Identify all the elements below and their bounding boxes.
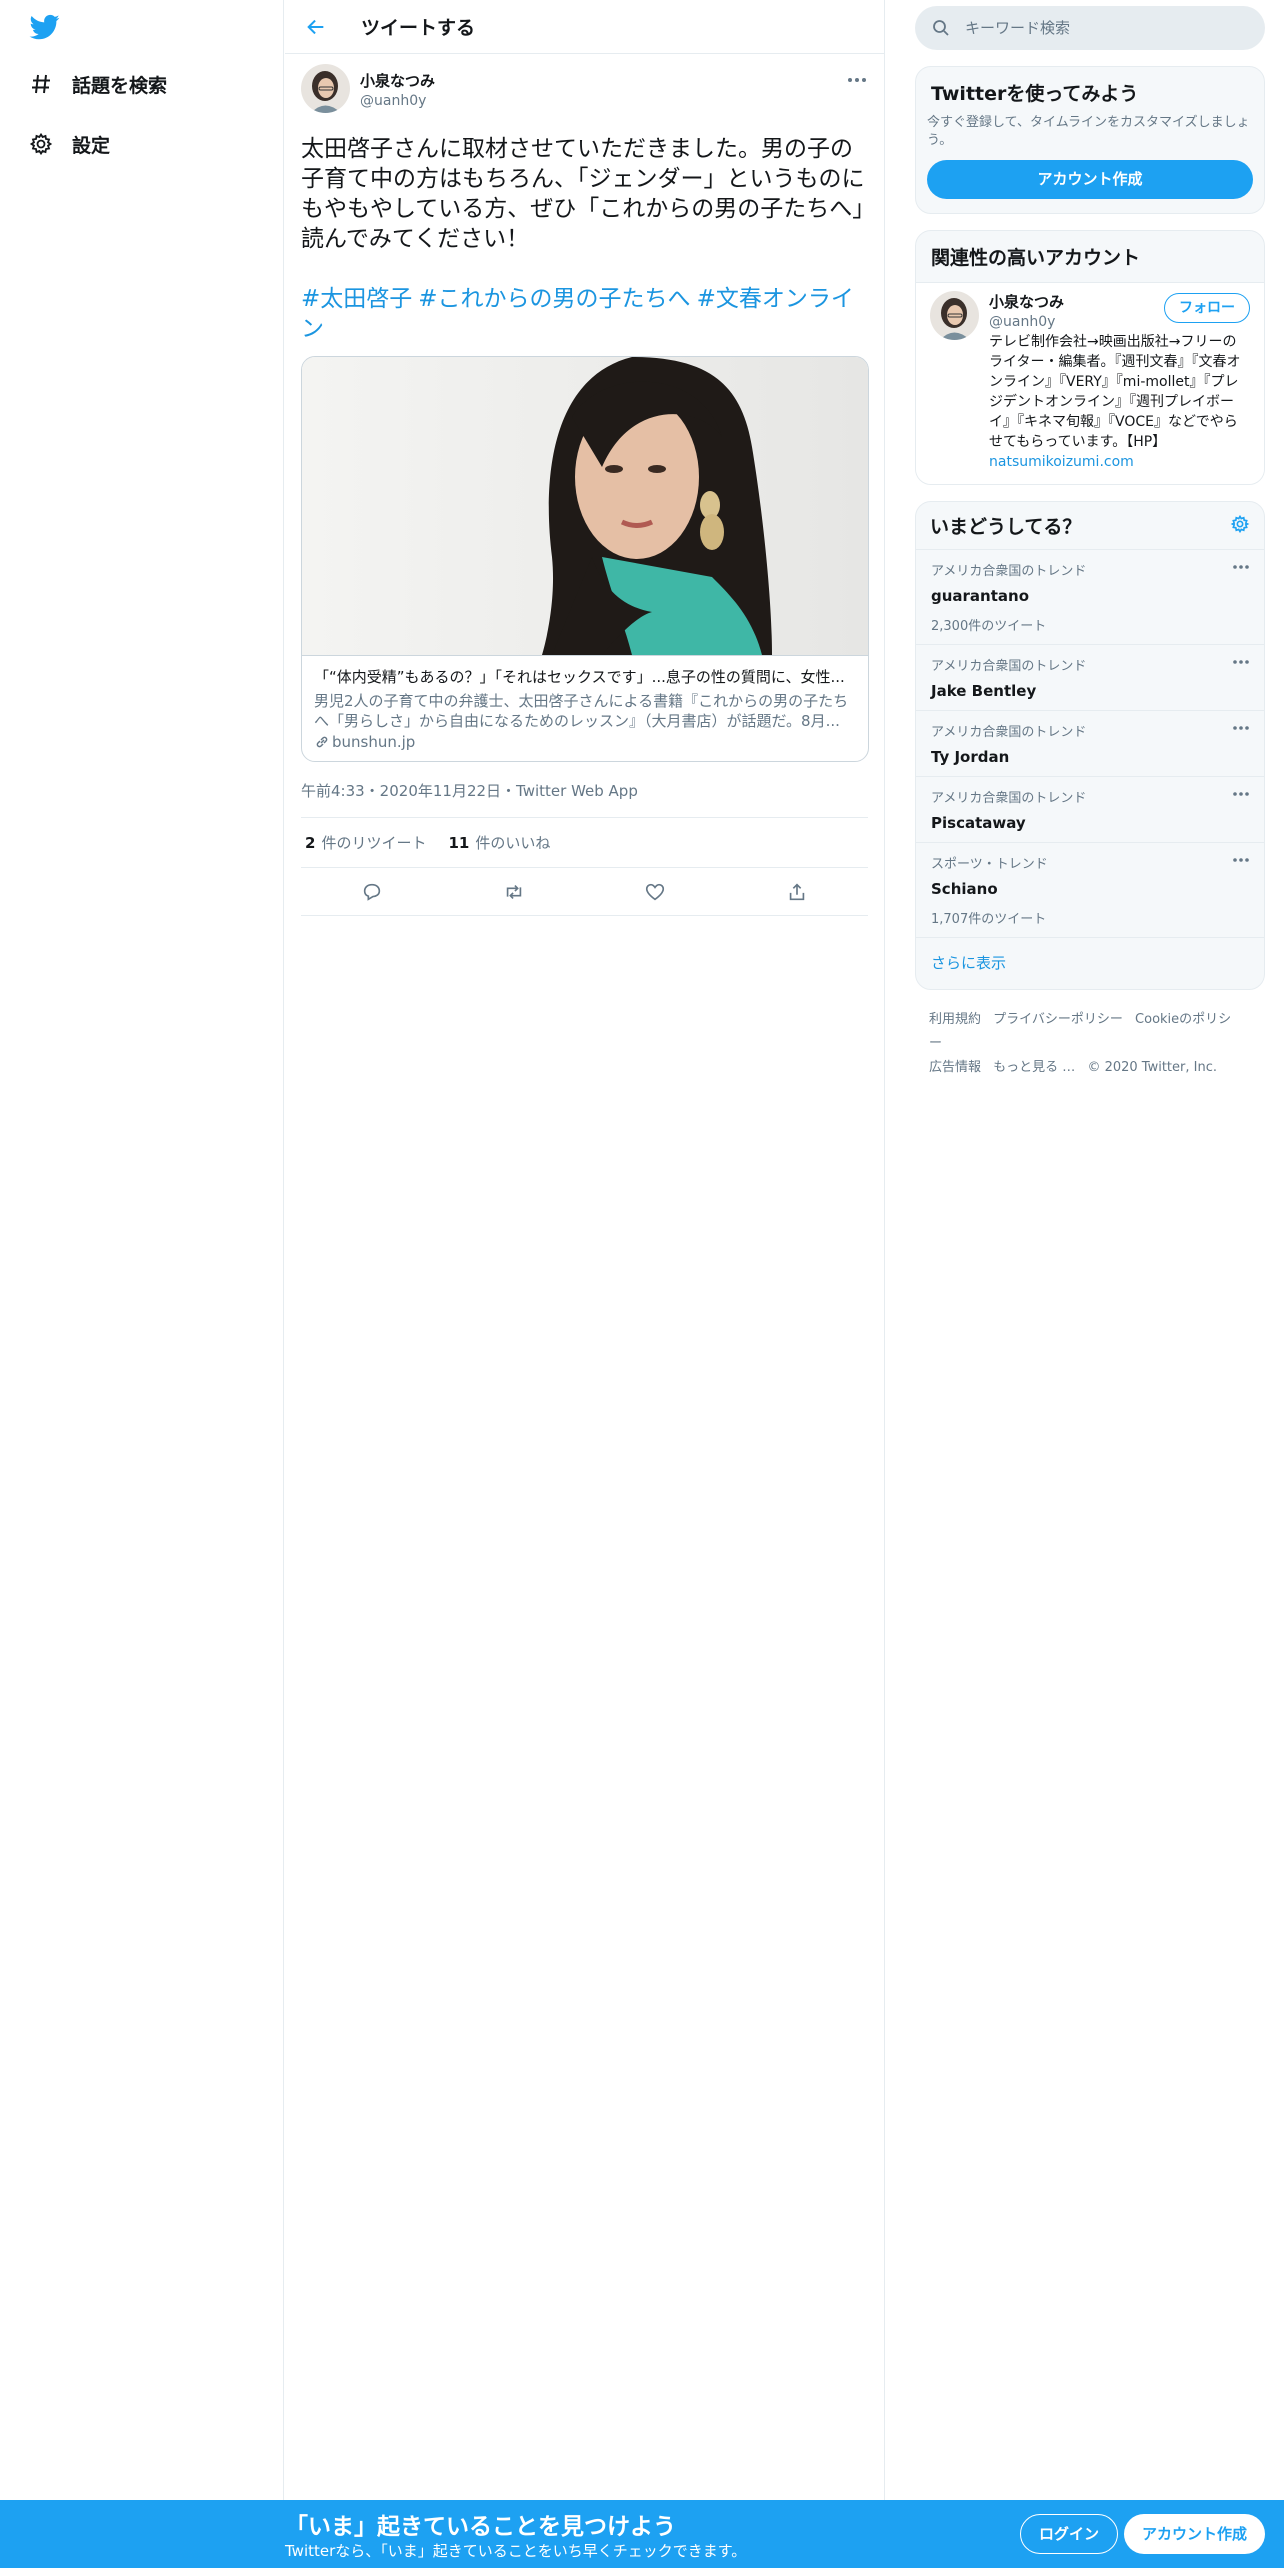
nav-item-label: 話題を検索 [72,74,168,97]
related-account-bio: テレビ制作会社→映画出版社→フリーのライター・編集者。『週刊文春』『文春オンライ… [989,334,1241,470]
more-options-icon[interactable] [1232,723,1250,733]
trend-item[interactable]: アメリカ合衆国のトレンド Ty Jordan [916,711,1264,777]
trend-context: アメリカ合衆国のトレンド [931,659,1087,674]
trend-name: Jake Bentley [931,682,1037,700]
related-account[interactable]: 小泉なつみ @uanh0y テレビ制作会社→映画出版社→フリーのライター・編集者… [916,283,1264,484]
trend-context: スポーツ・トレンド [931,857,1048,872]
main-column: ツイートする 小泉なつみ @uanh0y 太田啓子さんに取材させていただきました… [285,0,885,2500]
gear-icon [26,129,56,159]
avatar[interactable] [301,64,350,113]
hashtag-icon [26,69,56,99]
bio-link[interactable]: natsumikoizumi.com [989,454,1134,470]
card-domain: bunshun.jp [314,733,856,751]
more-options-icon[interactable] [1232,562,1250,572]
trend-count: 1,707件のツイート [931,912,1047,927]
author-handle[interactable]: @uanh0y [360,93,435,109]
footer-link[interactable]: プライバシーポリシー [993,1012,1123,1027]
retweet-count[interactable]: 2 件のリツイート [305,832,426,853]
trends-header: いまどうしてる？ [916,502,1264,550]
hashtag-link[interactable]: #太田啓子 [301,286,412,312]
trend-item[interactable]: アメリカ合衆国のトレンド guarantano 2,300件のツイート [916,550,1264,645]
reply-icon[interactable] [361,881,383,903]
nav-item-label: 設定 [72,134,111,157]
tweet: 小泉なつみ @uanh0y 太田啓子さんに取材させていただきました。男の子の子育… [285,54,884,916]
bottom-bar-title: 「いま」起きていることを見つけよう [285,2514,676,2540]
card-description: 男児2人の子育て中の弁護士、太田啓子さんによる書籍『これからの男の子たちへ「男ら… [314,692,849,730]
trend-name: Ty Jordan [931,748,1010,766]
tweet-actions [301,868,868,916]
settings-gear-icon[interactable] [1230,514,1250,538]
footer-link[interactable]: 利用規約 [929,1012,981,1027]
copyright: © 2020 Twitter, Inc. [1087,1060,1217,1075]
tweet-hashtags: #太田啓子 #これからの男の子たちへ #文春オンライン [301,284,869,344]
footer-links: 利用規約 プライバシーポリシー Cookieのポリシー 広告情報 もっと見る …… [915,990,1265,1080]
page-title: ツイートする [361,17,476,39]
footer-link[interactable]: 広告情報 [929,1060,981,1075]
related-accounts-panel: 関連性の高いアカウント 小泉なつみ @uanh0y テレビ制作会社→映画出版社→… [915,230,1265,485]
twitter-logo-icon[interactable] [28,12,64,44]
more-options-icon[interactable] [846,72,868,86]
tweet-text: 太田啓子さんに取材させていただきました。男の子の子育て中の方はもちろん、「ジェン… [301,136,865,252]
like-count[interactable]: 11 件のいいね [448,832,550,853]
nav-item-settings[interactable]: 設定 [26,124,110,164]
trend-item[interactable]: スポーツ・トレンド Schiano 1,707件のツイート [916,843,1264,938]
share-icon[interactable] [786,881,808,903]
trend-name: Piscataway [931,814,1026,832]
author-name[interactable]: 小泉なつみ [360,70,435,91]
main-header: ツイートする [285,0,884,54]
like-heart-icon[interactable] [644,881,666,903]
signup-button[interactable]: アカウント作成 [1124,2514,1266,2554]
card-body: 「“体内受精”もあるの？」「それはセックスです」...息子の性の質問に、女性..… [302,655,868,761]
avatar[interactable] [930,291,979,340]
trends-title: いまどうしてる？ [930,516,1082,538]
nav-item-explore[interactable]: 話題を検索 [26,64,167,104]
retweet-icon[interactable] [503,881,525,903]
bottom-bar-subtitle: Twitterなら、「いま」起きていることをいち早くチェックできます。 [285,2542,747,2560]
related-accounts-title: 関連性の高いアカウント [916,231,1264,283]
search-box[interactable] [915,6,1265,50]
card-title: 「“体内受精”もあるの？」「それはセックスです」...息子の性の質問に、女性..… [314,668,845,686]
trend-item[interactable]: アメリカ合衆国のトレンド Jake Bentley [916,645,1264,711]
search-input[interactable] [965,19,1225,37]
trend-context: アメリカ合衆国のトレンド [931,791,1087,806]
trend-name: guarantano [931,587,1030,605]
tweet-author: 小泉なつみ @uanh0y [301,64,868,120]
tweet-stats: 2 件のリツイート 11 件のいいね [301,818,868,868]
trend-count: 2,300件のツイート [931,619,1047,634]
more-options-icon[interactable] [1232,657,1250,667]
card-image [302,357,868,655]
right-sidebar: Twitterを使ってみよう 今すぐ登録して、タイムラインをカスタマイズしましょ… [915,0,1265,1080]
left-nav: 話題を検索 設定 [0,0,284,2500]
more-options-icon[interactable] [1232,789,1250,799]
create-account-button[interactable]: アカウント作成 [927,160,1253,199]
link-card[interactable]: 「“体内受精”もあるの？」「それはセックスです」...息子の性の質問に、女性..… [301,356,869,762]
trend-name: Schiano [931,880,998,898]
trend-context: アメリカ合衆国のトレンド [931,564,1087,579]
back-arrow-icon[interactable] [301,12,331,42]
hashtag-link[interactable]: #これからの男の子たちへ [418,286,690,312]
signup-panel-description: 今すぐ登録して、タイムラインをカスタマイズしましょう。 [927,115,1250,148]
trend-context: アメリカ合衆国のトレンド [931,725,1087,740]
signup-panel-title: Twitterを使ってみよう [931,83,1139,105]
footer-link[interactable]: もっと見る … [993,1060,1075,1075]
tweet-timestamp[interactable]: 午前4:33・2020年11月22日・Twitter Web App [301,780,868,818]
search-icon [931,18,951,38]
bottom-signup-bar: 「いま」起きていることを見つけよう Twitterなら、「いま」起きていることを… [0,2500,1284,2568]
card-domain-text: bunshun.jp [332,733,416,751]
link-icon [314,734,330,750]
follow-button[interactable]: フォロー [1164,293,1250,323]
login-button[interactable]: ログイン [1020,2514,1119,2554]
signup-panel: Twitterを使ってみよう 今すぐ登録して、タイムラインをカスタマイズしましょ… [915,66,1265,214]
trend-item[interactable]: アメリカ合衆国のトレンド Piscataway [916,777,1264,843]
show-more-link[interactable]: さらに表示 [916,938,1264,989]
more-options-icon[interactable] [1232,855,1250,865]
trends-panel: いまどうしてる？ アメリカ合衆国のトレンド guarantano 2,300件の… [915,501,1265,990]
